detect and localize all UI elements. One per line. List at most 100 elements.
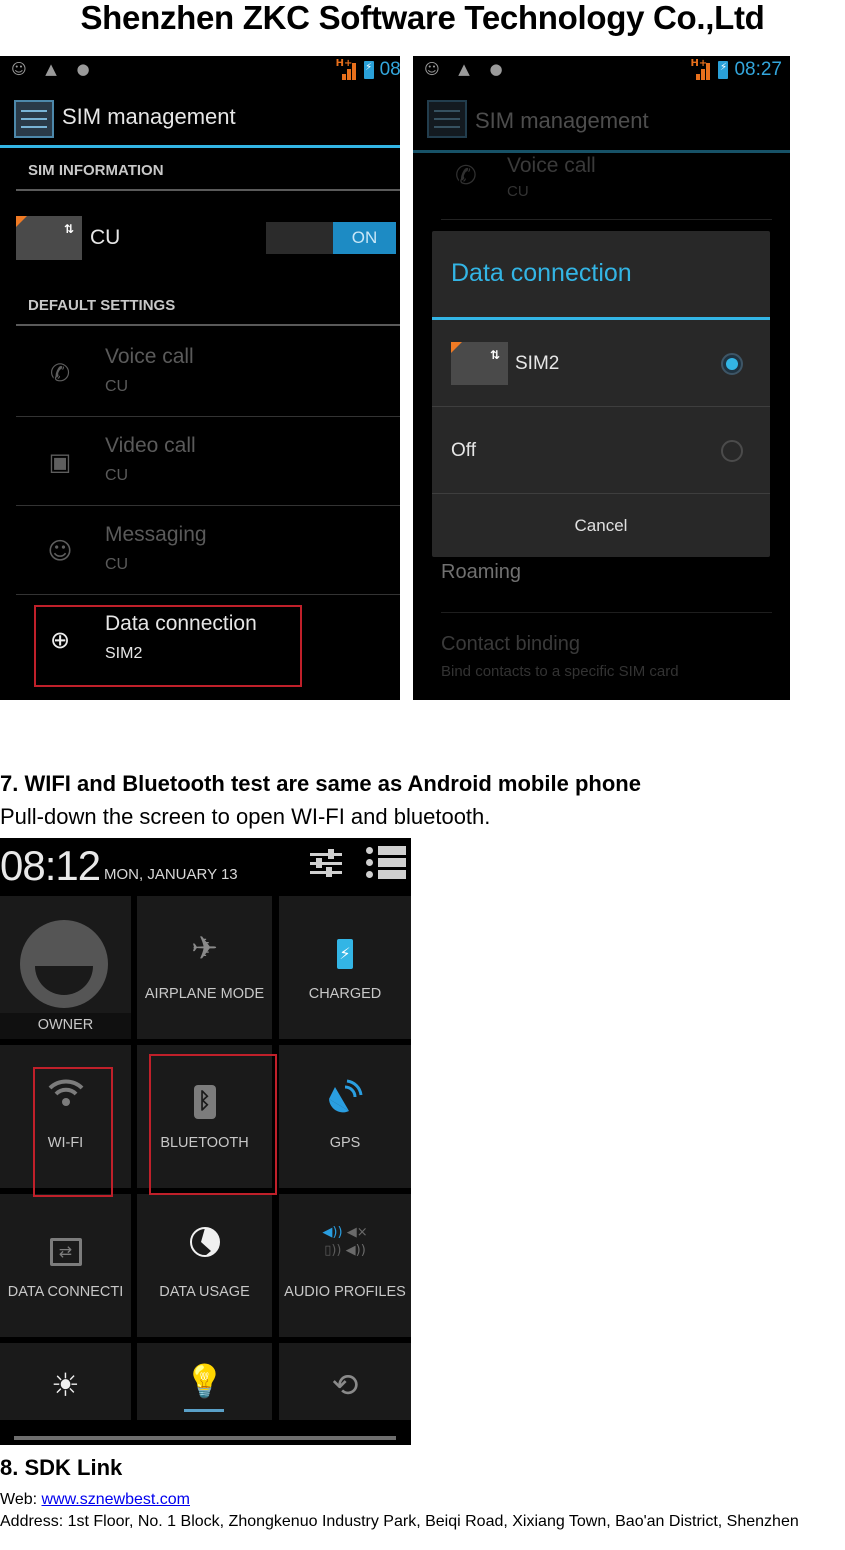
data-connection-icon: ⇄ xyxy=(0,1226,131,1266)
pref-roaming-dimmed: Roaming xyxy=(441,557,772,613)
battery-icon xyxy=(363,61,374,79)
option-label: SIM2 xyxy=(515,353,560,374)
radio-selected[interactable] xyxy=(721,353,743,375)
auto-rotate-icon: ⟲ xyxy=(331,1366,359,1404)
tile-owner[interactable]: OWNER xyxy=(0,896,131,1039)
tile-brightness[interactable]: ☀ xyxy=(0,1343,131,1420)
screenshot-data-connection-dialog: ☺ ▲ ● H+ 08:27 SIM management ✆ Voice ca… xyxy=(413,56,790,700)
highlight-box-wifi xyxy=(33,1067,113,1197)
tile-data-connection[interactable]: ⇄ DATA CONNECTI xyxy=(0,1194,131,1337)
pref-title: Voice call xyxy=(507,154,596,177)
audio-profiles-icon: ◀)) ◀× ▯)) ◀)) xyxy=(322,1225,368,1258)
data-usage-icon xyxy=(137,1226,272,1266)
sim-card-icon: ⇅ xyxy=(451,342,508,385)
pref-voice-call-dimmed: Voice call CU xyxy=(441,153,772,220)
dialog-title: Data connection xyxy=(451,259,632,287)
tile-label: AUDIO PROFILES xyxy=(284,1284,406,1300)
warning-icon: ▲ xyxy=(45,60,57,78)
status-bar: ☺ ▲ ● H+ 08: xyxy=(0,56,400,84)
status-time: 08:27 xyxy=(734,59,782,80)
web-link[interactable]: www.sznewbest.com xyxy=(42,1491,191,1508)
pref-messaging[interactable]: ☺ Messaging CU xyxy=(16,506,400,595)
drag-handle[interactable] xyxy=(14,1436,396,1440)
pref-summary: Bind contacts to a specific SIM card xyxy=(441,663,679,680)
user-avatar-icon xyxy=(20,920,108,1008)
android-icon: ● xyxy=(76,60,90,78)
tile-screen-timeout[interactable]: 💡 xyxy=(137,1343,272,1420)
gps-icon xyxy=(279,1077,411,1117)
screenshot-sim-management: ☺ ▲ ● H+ 08: SIM management SIM INFORMAT… xyxy=(0,56,400,700)
pref-video-call[interactable]: ▣ Video call CU xyxy=(16,417,400,506)
tile-label: DATA USAGE xyxy=(159,1284,250,1300)
pref-title: Roaming xyxy=(441,561,522,583)
pref-title: Contact binding xyxy=(441,633,580,655)
section-7-heading: 7. WIFI and Bluetooth test are same as A… xyxy=(0,771,641,796)
qs-time: 08:12 xyxy=(0,842,101,889)
sim-toggle[interactable]: ON xyxy=(266,222,396,254)
pref-title: Voice call xyxy=(105,345,194,368)
action-bar-title: SIM management xyxy=(62,104,236,129)
battery-charging-icon: ⚡ xyxy=(279,928,411,969)
message-notification-icon: ☺ xyxy=(11,60,27,78)
tile-airplane-mode[interactable]: ✈ AIRPLANE MODE xyxy=(137,896,272,1039)
pref-contact-binding-dimmed: Contact binding Bind contacts to a speci… xyxy=(441,613,772,693)
radio-unselected[interactable] xyxy=(721,440,743,462)
action-bar-title: SIM management xyxy=(475,108,649,133)
brightness-icon: ☀ xyxy=(51,1366,80,1404)
highlight-box-data-connection xyxy=(34,605,302,687)
option-label: Off xyxy=(451,440,476,461)
message-icon: ☺ xyxy=(47,537,73,565)
message-notification-icon: ☺ xyxy=(424,60,440,78)
pref-title: Video call xyxy=(105,434,196,457)
pref-summary: CU xyxy=(507,183,529,200)
battery-icon xyxy=(718,61,729,79)
tile-label: CHARGED xyxy=(308,986,382,1002)
settings-sliders-icon xyxy=(427,100,467,138)
address-text: Address: 1st Floor, No. 1 Block, Zhongke… xyxy=(0,1513,799,1530)
dialog-option-sim2[interactable]: ⇅ SIM2 xyxy=(432,320,770,407)
pref-summary: CU xyxy=(105,378,129,395)
tile-gps[interactable]: GPS xyxy=(279,1045,411,1188)
settings-sliders-icon[interactable] xyxy=(310,849,342,877)
action-bar: SIM management xyxy=(413,84,790,153)
warning-icon: ▲ xyxy=(458,60,470,78)
phone-icon: ✆ xyxy=(49,359,71,387)
tile-audio-profiles[interactable]: ◀)) ◀× ▯)) ◀)) AUDIO PROFILES xyxy=(279,1194,411,1337)
status-time: 08: xyxy=(379,59,400,80)
section-8-heading: 8. SDK Link xyxy=(0,1455,123,1480)
section-header-sim-info: SIM INFORMATION xyxy=(16,162,400,191)
tile-label: DATA CONNECTI xyxy=(7,1284,124,1300)
pref-summary: CU xyxy=(105,556,129,573)
toggle-on-label: ON xyxy=(333,222,396,254)
screenshot-quick-settings: 08:12 MON, JANUARY 13 OWNER ✈ AIRPLANE M… xyxy=(0,838,411,1445)
data-connection-dialog: Data connection ⇅ SIM2 Off Cancel xyxy=(432,231,770,557)
pref-voice-call[interactable]: ✆ Voice call CU xyxy=(16,328,400,417)
tile-label: AIRPLANE MODE xyxy=(144,986,265,1002)
pref-summary: CU xyxy=(105,467,129,484)
action-bar: SIM management xyxy=(0,84,400,148)
tile-label: OWNER xyxy=(0,1013,131,1039)
section-7-text: Pull-down the screen to open WI-FI and b… xyxy=(0,804,491,829)
active-indicator xyxy=(184,1409,224,1412)
tile-data-usage[interactable]: DATA USAGE xyxy=(137,1194,272,1337)
signal-icon: H+ xyxy=(336,58,358,80)
status-bar: ☺ ▲ ● H+ 08:27 xyxy=(413,56,790,84)
settings-sliders-icon xyxy=(14,100,54,138)
tile-label: GPS xyxy=(329,1135,361,1151)
screen-timeout-icon: 💡 xyxy=(184,1362,225,1400)
web-label: Web: xyxy=(0,1491,42,1508)
video-call-icon: ▣ xyxy=(48,448,72,476)
section-header-default-settings: DEFAULT SETTINGS xyxy=(16,297,400,326)
dialog-option-off[interactable]: Off xyxy=(432,407,770,494)
pref-title: Messaging xyxy=(105,523,207,546)
tile-charged[interactable]: ⚡ CHARGED xyxy=(279,896,411,1039)
highlight-box-bluetooth xyxy=(149,1054,277,1195)
cancel-button[interactable]: Cancel xyxy=(432,496,770,556)
sim-card-icon: ⇅ xyxy=(16,216,82,260)
notifications-list-icon[interactable] xyxy=(366,846,406,880)
airplane-icon: ✈ xyxy=(191,929,218,967)
qs-date: MON, JANUARY 13 xyxy=(104,866,238,883)
document-title: Shenzhen ZKC Software Technology Co.,Ltd xyxy=(80,0,765,36)
tile-auto-rotate[interactable]: ⟲ xyxy=(279,1343,411,1420)
android-icon: ● xyxy=(489,60,503,78)
